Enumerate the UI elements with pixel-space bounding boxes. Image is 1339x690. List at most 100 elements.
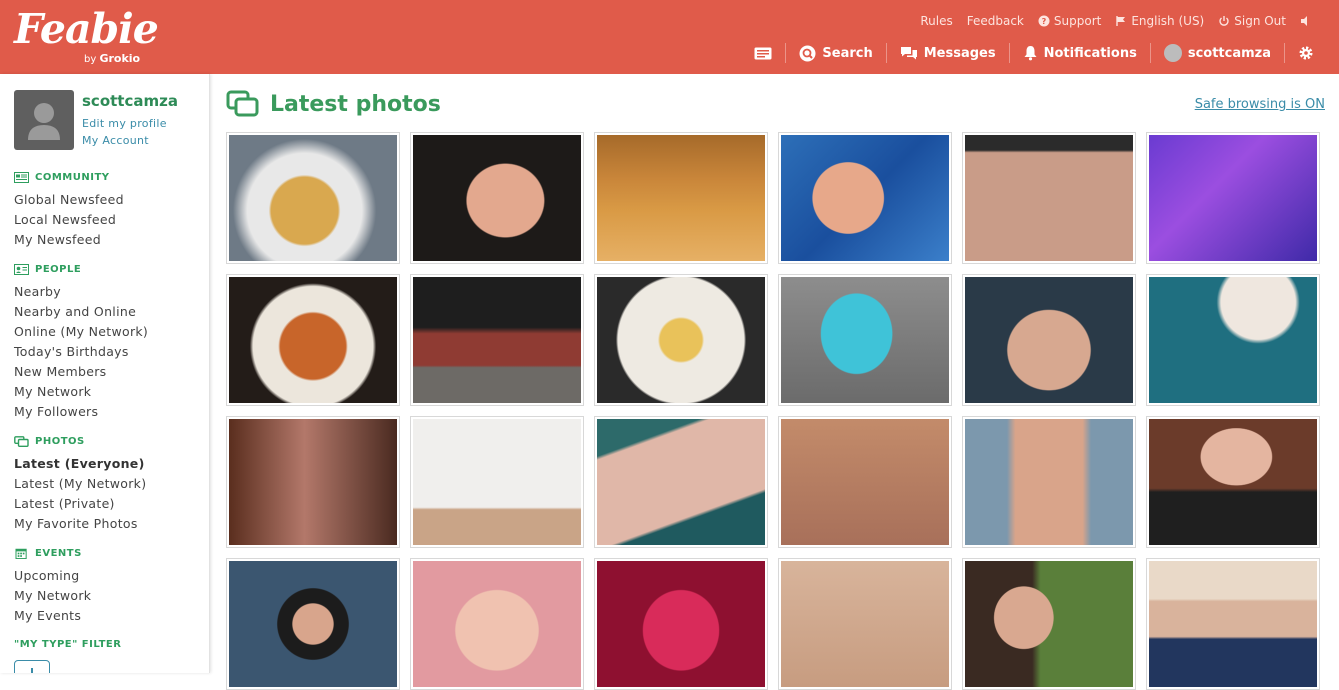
photo-thumbnail[interactable] bbox=[1146, 274, 1320, 406]
search-icon bbox=[799, 45, 816, 61]
photo-image bbox=[1149, 561, 1317, 687]
profile-username[interactable]: scottcamza bbox=[82, 92, 178, 110]
photo-thumbnail[interactable] bbox=[778, 132, 952, 264]
messages-button[interactable]: Messages bbox=[885, 43, 1009, 63]
feedback-link[interactable]: Feedback bbox=[967, 14, 1024, 28]
messages-label: Messages bbox=[923, 45, 996, 61]
site-logo[interactable]: Feabie by Grokio bbox=[14, 5, 159, 65]
photo-thumbnail[interactable] bbox=[778, 274, 952, 406]
photo-image bbox=[597, 561, 765, 687]
photos-stack-icon bbox=[14, 436, 29, 447]
sign-out-link[interactable]: Sign Out bbox=[1218, 14, 1286, 28]
photo-image bbox=[1149, 277, 1317, 403]
photo-image bbox=[597, 419, 765, 545]
sidebar-item-local-newsfeed[interactable]: Local Newsfeed bbox=[14, 212, 116, 227]
rules-link[interactable]: Rules bbox=[920, 14, 952, 28]
photo-thumbnail[interactable] bbox=[594, 416, 768, 548]
sidebar-item-nearby-online[interactable]: Nearby and Online bbox=[14, 304, 136, 319]
photo-thumbnail[interactable] bbox=[1146, 132, 1320, 264]
photo-thumbnail[interactable] bbox=[226, 558, 400, 690]
help-circle-icon: ? bbox=[1038, 15, 1050, 27]
filter-settings-button[interactable] bbox=[14, 660, 50, 673]
photo-thumbnail[interactable] bbox=[226, 416, 400, 548]
sidebar-item-favorite-photos[interactable]: My Favorite Photos bbox=[14, 516, 138, 531]
photo-thumbnail[interactable] bbox=[962, 132, 1136, 264]
logo-byline: by Grokio bbox=[84, 52, 141, 65]
photo-image bbox=[229, 135, 397, 261]
wrench-icon bbox=[31, 668, 33, 673]
photo-thumbnail[interactable] bbox=[594, 558, 768, 690]
page-title: Latest photos bbox=[226, 90, 441, 118]
photo-thumbnail[interactable] bbox=[410, 274, 584, 406]
notifications-button[interactable]: Notifications bbox=[1008, 43, 1150, 63]
search-button[interactable]: Search bbox=[785, 43, 885, 63]
id-card-button[interactable] bbox=[741, 43, 785, 63]
photo-thumbnail[interactable] bbox=[410, 132, 584, 264]
sidebar-item-nearby[interactable]: Nearby bbox=[14, 284, 61, 299]
sidebar-item-events-network[interactable]: My Network bbox=[14, 588, 91, 603]
photo-thumbnail[interactable] bbox=[778, 558, 952, 690]
sidebar-item-latest-everyone[interactable]: Latest (Everyone) bbox=[14, 456, 145, 471]
photo-thumbnail[interactable] bbox=[594, 274, 768, 406]
photo-image bbox=[597, 135, 765, 261]
safe-browsing-link[interactable]: Safe browsing is ON bbox=[1195, 97, 1325, 112]
sidebar-item-global-newsfeed[interactable]: Global Newsfeed bbox=[14, 192, 124, 207]
sidebar-item-latest-private[interactable]: Latest (Private) bbox=[14, 496, 115, 511]
photo-thumbnail[interactable] bbox=[226, 132, 400, 264]
sidebar-item-my-network[interactable]: My Network bbox=[14, 384, 91, 399]
speaker-icon bbox=[1301, 16, 1307, 26]
sound-toggle[interactable] bbox=[1300, 14, 1312, 28]
photos-stack-icon bbox=[226, 90, 259, 117]
support-link[interactable]: ? Support bbox=[1038, 14, 1101, 28]
sidebar-item-new-members[interactable]: New Members bbox=[14, 364, 106, 379]
photo-thumbnail[interactable] bbox=[410, 558, 584, 690]
photo-image bbox=[229, 561, 397, 687]
photo-image bbox=[781, 277, 949, 403]
bell-icon bbox=[1024, 46, 1037, 61]
language-link[interactable]: English (US) bbox=[1115, 14, 1204, 28]
logo-text: Feabie bbox=[14, 5, 159, 53]
photo-thumbnail[interactable] bbox=[778, 416, 952, 548]
user-menu-button[interactable]: scottcamza bbox=[1149, 43, 1284, 63]
sidebar-item-my-followers[interactable]: My Followers bbox=[14, 404, 98, 419]
user-avatar bbox=[1163, 44, 1182, 62]
photo-thumbnail[interactable] bbox=[410, 416, 584, 548]
photo-thumbnail[interactable] bbox=[962, 558, 1136, 690]
settings-button[interactable] bbox=[1284, 43, 1327, 63]
photo-image bbox=[965, 277, 1133, 403]
main-nav: Search Messages Notifications scottcamza bbox=[741, 42, 1327, 64]
photo-image bbox=[413, 135, 581, 261]
photo-image bbox=[965, 135, 1133, 261]
photo-thumbnail[interactable] bbox=[962, 416, 1136, 548]
calendar-icon bbox=[15, 548, 27, 559]
page-title-text: Latest photos bbox=[270, 91, 441, 117]
photo-thumbnail[interactable] bbox=[962, 274, 1136, 406]
photo-thumbnail[interactable] bbox=[594, 132, 768, 264]
sidebar-item-birthdays[interactable]: Today's Birthdays bbox=[14, 344, 129, 359]
events-section-header: EVENTS bbox=[14, 548, 82, 559]
gear-icon bbox=[1299, 46, 1313, 60]
photo-image bbox=[413, 419, 581, 545]
id-card-icon bbox=[754, 47, 772, 59]
sidebar-item-upcoming[interactable]: Upcoming bbox=[14, 568, 80, 583]
photo-image bbox=[229, 277, 397, 403]
sidebar-item-my-newsfeed[interactable]: My Newsfeed bbox=[14, 232, 101, 247]
profile-avatar[interactable] bbox=[14, 90, 74, 150]
user-menu-label: scottcamza bbox=[1187, 45, 1271, 61]
top-header: Feabie by Grokio Rules Feedback ? Suppor… bbox=[0, 0, 1339, 74]
svg-text:?: ? bbox=[1042, 17, 1047, 26]
edit-profile-link[interactable]: Edit my profile bbox=[82, 117, 167, 130]
sidebar-item-latest-network[interactable]: Latest (My Network) bbox=[14, 476, 146, 491]
user-silhouette-icon bbox=[28, 103, 60, 140]
my-account-link[interactable]: My Account bbox=[82, 134, 149, 147]
photo-thumbnail[interactable] bbox=[1146, 416, 1320, 548]
photo-thumbnail[interactable] bbox=[226, 274, 400, 406]
photo-thumbnail[interactable] bbox=[1146, 558, 1320, 690]
photo-grid bbox=[226, 132, 1320, 690]
photo-image bbox=[597, 277, 765, 403]
photo-image bbox=[781, 561, 949, 687]
flag-icon bbox=[1116, 16, 1126, 26]
photo-image bbox=[1149, 419, 1317, 545]
sidebar-item-my-events[interactable]: My Events bbox=[14, 608, 81, 623]
sidebar-item-online-network[interactable]: Online (My Network) bbox=[14, 324, 148, 339]
